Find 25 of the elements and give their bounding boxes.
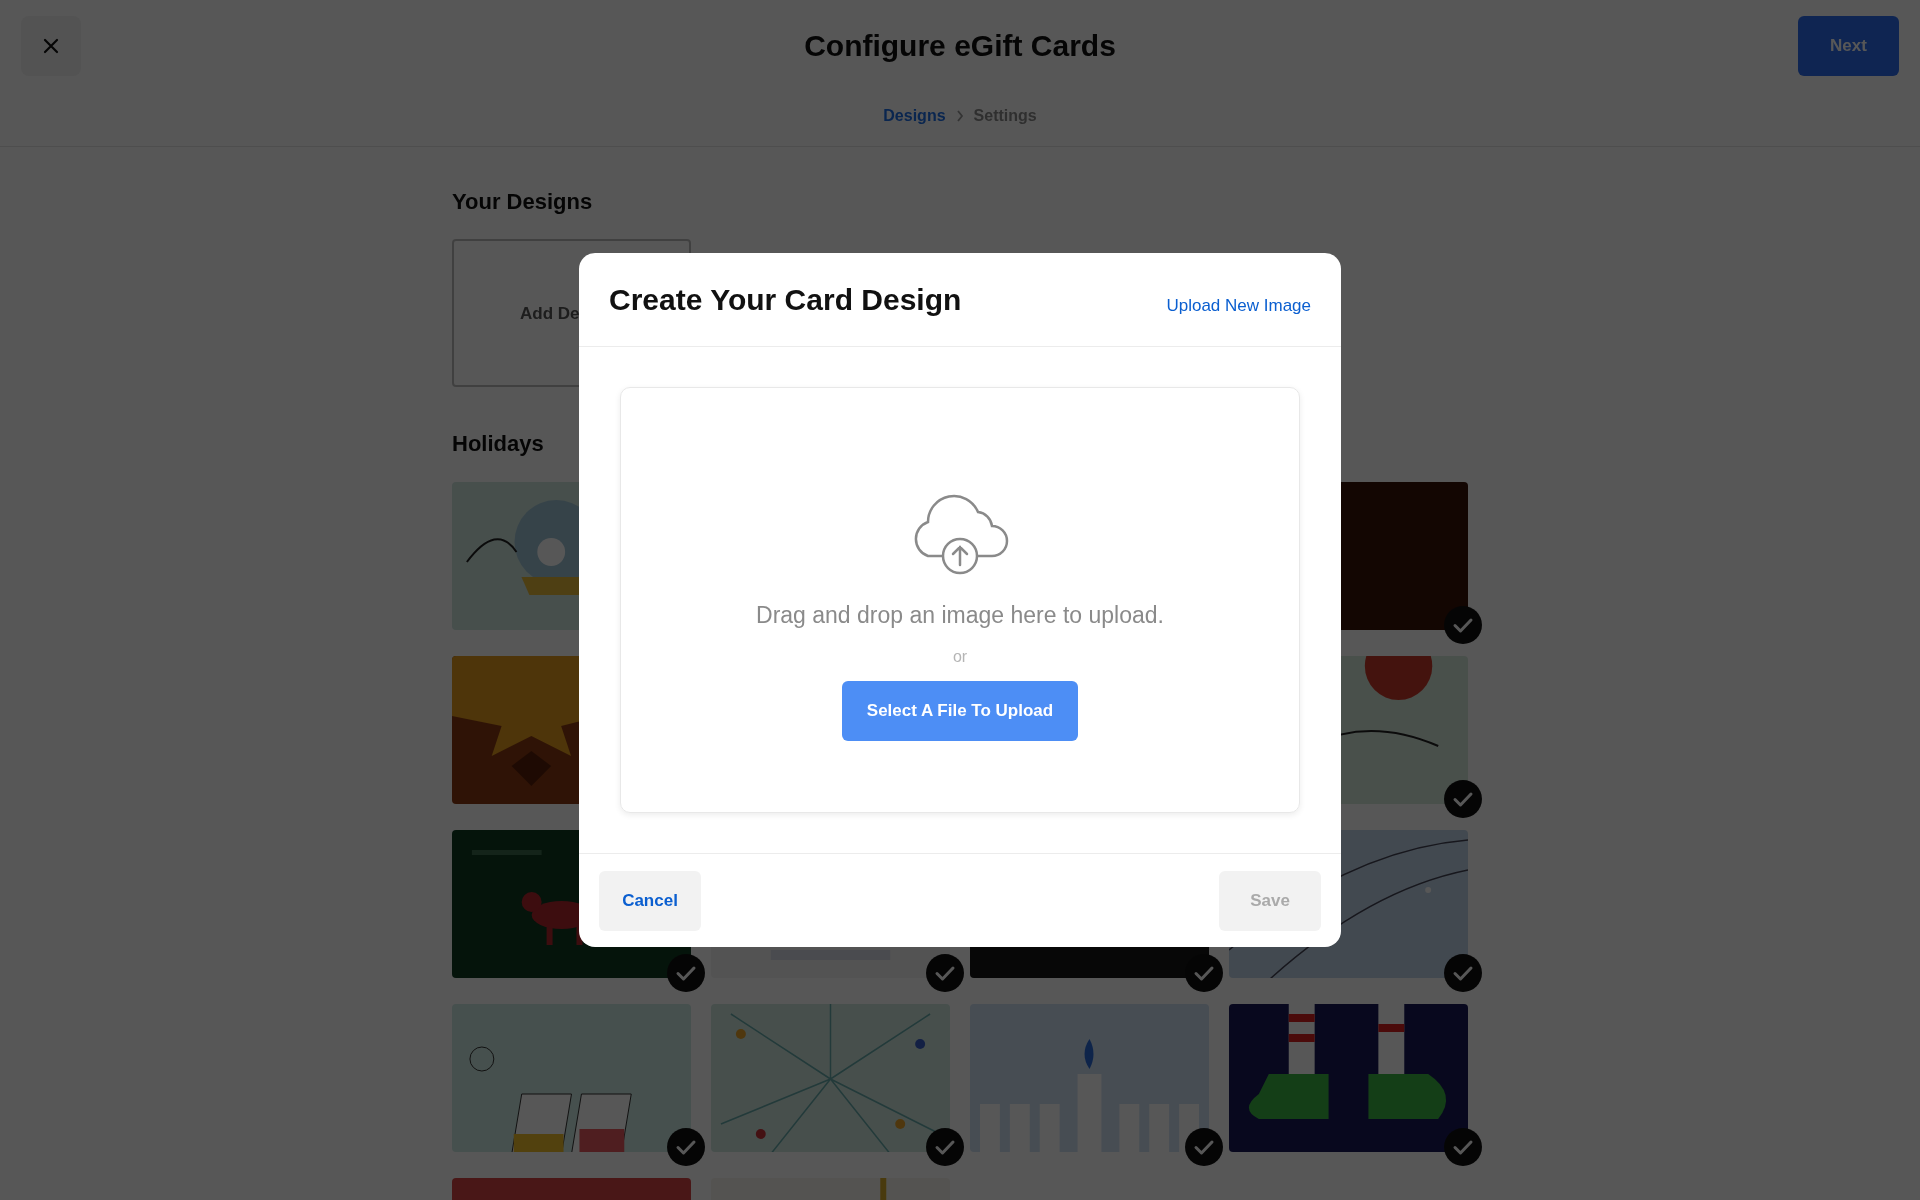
breadcrumb-step[interactable]: Designs [883, 104, 946, 128]
drop-zone[interactable]: Drag and drop an image here to upload. or Select A File To Upload [620, 387, 1300, 813]
close-button[interactable] [21, 16, 81, 76]
select-file-button[interactable]: Select A File To Upload [842, 680, 1078, 741]
chevron-icon [955, 110, 964, 122]
checkmark-icon[interactable] [1185, 1127, 1223, 1166]
checkmark-icon[interactable] [926, 953, 964, 992]
checkmark-icon[interactable] [1444, 605, 1482, 644]
page-title: Configure eGift Cards [804, 28, 1116, 64]
or-separator: or [952, 646, 968, 667]
checkmark-icon[interactable] [1444, 779, 1482, 818]
next-button[interactable]: Next [1798, 16, 1899, 76]
upload-link[interactable]: Upload New Image [1166, 292, 1311, 319]
checkmark-icon[interactable] [667, 1127, 705, 1166]
cancel-button[interactable]: Cancel [599, 870, 701, 931]
checkmark-icon[interactable] [1185, 953, 1223, 992]
section-heading: Your Designs [452, 189, 594, 216]
section-heading: Holidays [452, 431, 545, 458]
checkmark-icon[interactable] [1444, 1127, 1482, 1166]
checkmark-icon[interactable] [667, 953, 705, 992]
checkmark-icon[interactable] [1444, 953, 1482, 992]
add-design-label: Add De [520, 302, 580, 325]
close-icon [43, 38, 59, 54]
drop-instructions: Drag and drop an image here to upload. [756, 601, 1164, 630]
checkmark-icon[interactable] [926, 1127, 964, 1166]
